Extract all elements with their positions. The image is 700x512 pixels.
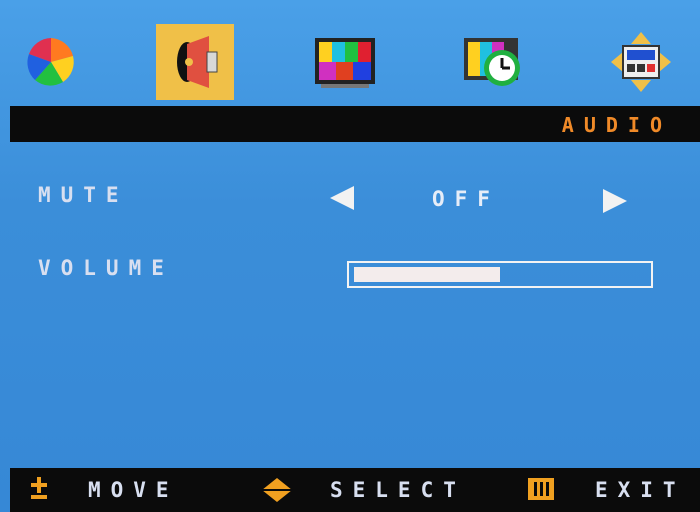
speaker-icon	[177, 36, 218, 88]
osd-screen: AUDIO MUTE OFF VOLUME MOVE SELECT EXIT	[0, 0, 700, 512]
color-wheel-icon	[27, 38, 74, 86]
mute-value[interactable]: OFF	[432, 187, 500, 211]
volume-slider[interactable]	[347, 261, 653, 288]
mute-label: MUTE	[38, 183, 129, 207]
volume-slider-fill	[354, 267, 500, 282]
clock-icon	[464, 38, 520, 86]
tab-timer[interactable]	[456, 24, 534, 100]
menu-tab-bar	[10, 14, 700, 104]
tab-setup[interactable]	[602, 24, 680, 100]
hint-exit: EXIT	[595, 478, 686, 502]
menu-button-icon	[528, 478, 554, 500]
mute-prev-arrow-icon[interactable]	[330, 186, 354, 210]
setup-arrows-icon	[611, 32, 671, 92]
menu-title: AUDIO	[561, 113, 672, 137]
hint-select: SELECT	[330, 478, 466, 502]
menu-title-bar: AUDIO	[10, 106, 700, 142]
select-diamond-icon	[262, 478, 292, 502]
hint-move: MOVE	[88, 478, 179, 502]
plus-minus-icon	[31, 477, 47, 499]
tab-picture[interactable]	[306, 24, 384, 100]
mute-next-arrow-icon[interactable]	[603, 189, 627, 213]
tv-color-bars-icon	[315, 38, 375, 88]
tab-audio[interactable]	[156, 24, 234, 100]
tab-color[interactable]	[12, 24, 90, 100]
hint-bar: MOVE SELECT EXIT	[10, 468, 700, 512]
volume-label: VOLUME	[38, 256, 174, 280]
